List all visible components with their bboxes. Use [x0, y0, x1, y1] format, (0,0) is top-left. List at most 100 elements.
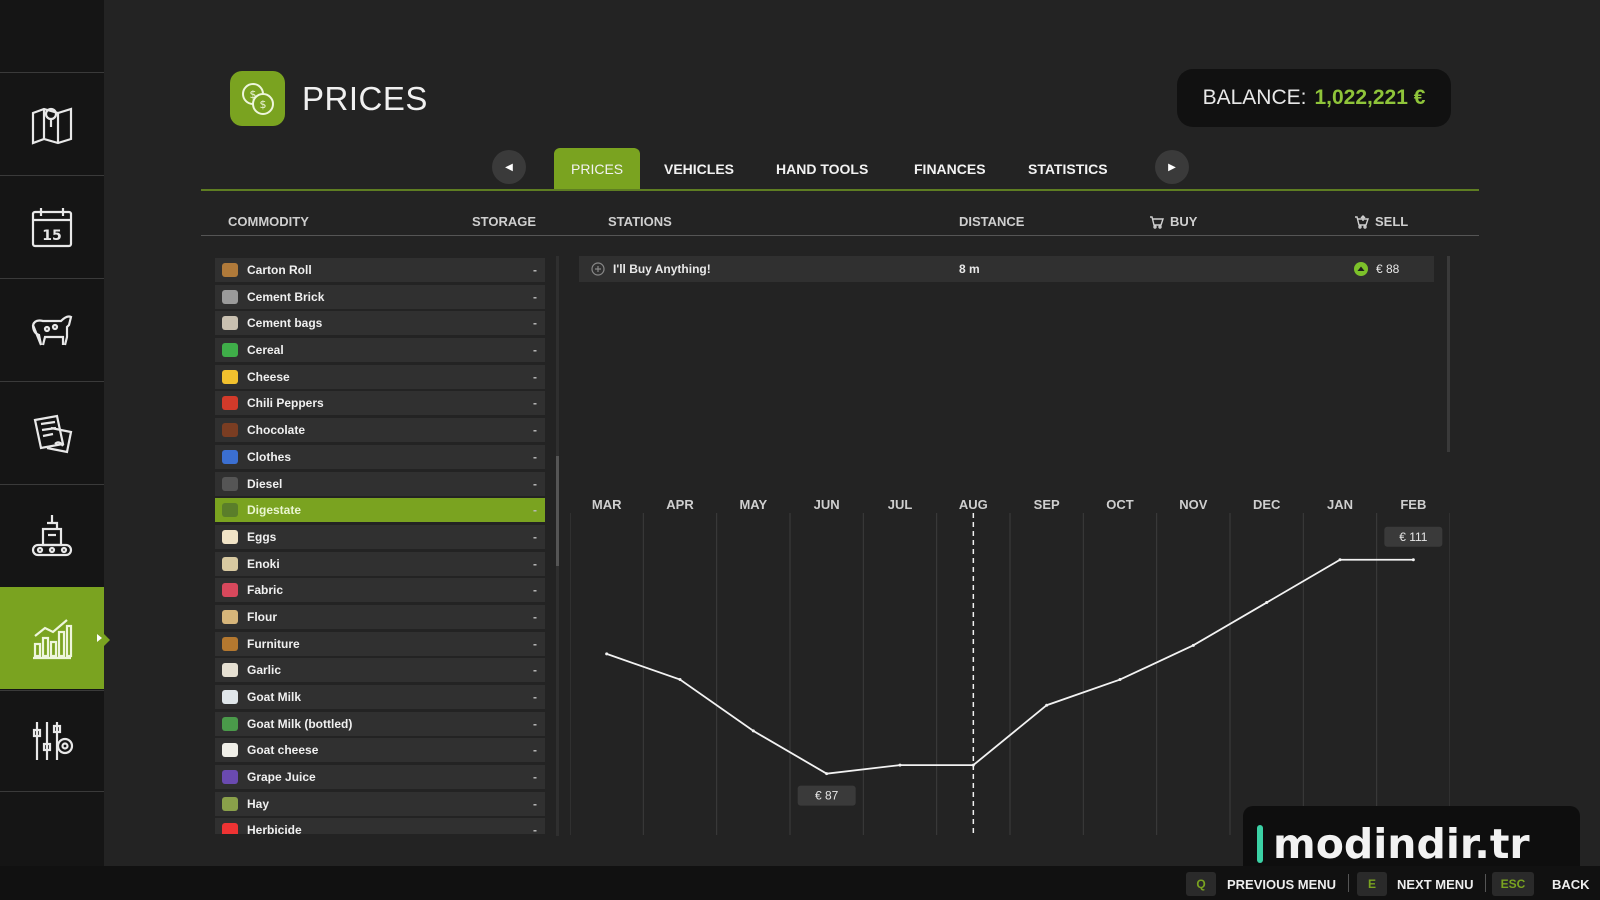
tab-statistics[interactable]: STATISTICS	[1011, 148, 1125, 190]
commodity-name: Enoki	[247, 556, 280, 571]
column-commodity[interactable]: COMMODITY	[228, 214, 309, 229]
sidebar-item-prices[interactable]	[0, 587, 110, 689]
chili-peppers-icon	[222, 396, 238, 411]
tab-prices[interactable]: PRICES	[554, 148, 641, 190]
commodity-row[interactable]: Cheese -	[215, 364, 545, 389]
commodity-storage: -	[533, 263, 537, 277]
chart-month-label: FEB	[1400, 497, 1426, 512]
balance-display: BALANCE: 1,022,221 €	[1177, 69, 1451, 127]
commodity-name: Carton Roll	[247, 263, 312, 277]
commodity-row[interactable]: Furniture -	[215, 631, 545, 656]
commodity-storage: -	[533, 636, 537, 651]
commodity-row[interactable]: Flour -	[215, 604, 545, 629]
commodity-storage: -	[533, 609, 537, 624]
commodity-row[interactable]: Clothes -	[215, 444, 545, 469]
sidebar-item-map[interactable]	[0, 72, 104, 174]
buy-label: BUY	[1170, 214, 1198, 229]
scrollbar-thumb[interactable]	[556, 456, 559, 566]
chart-month-label: APR	[666, 497, 694, 512]
commodity-row[interactable]: Eggs -	[215, 524, 545, 549]
commodity-storage: -	[533, 316, 537, 331]
settings-icon	[32, 722, 74, 760]
chart-point	[1265, 601, 1269, 605]
commodity-row[interactable]: Garlic -	[215, 658, 545, 683]
commodity-row[interactable]: Cement Brick -	[215, 284, 545, 309]
commodity-row[interactable]: Herbicide -	[215, 818, 545, 834]
commodity-row[interactable]: Cement bags -	[215, 311, 545, 336]
commodity-row[interactable]: Digestate -	[215, 498, 545, 523]
commodity-storage: -	[533, 823, 537, 834]
station-row[interactable]: I'll Buy Anything! 8 m € 88	[579, 256, 1434, 282]
flour-icon	[222, 609, 238, 624]
eggs-icon	[222, 529, 238, 544]
prices-page-icon: $ $	[230, 71, 285, 126]
commodity-row[interactable]: Goat Milk -	[215, 685, 545, 709]
footer-key-e[interactable]: E	[1357, 872, 1387, 896]
footer-key-q[interactable]: Q	[1186, 872, 1216, 896]
column-stations[interactable]: STATIONS	[608, 214, 672, 229]
fabric-icon	[222, 583, 238, 598]
commodity-row[interactable]: Enoki -	[215, 551, 545, 576]
balance-label: BALANCE:	[1202, 86, 1307, 109]
buy-icon	[1150, 215, 1164, 229]
commodity-name: Clothes	[247, 449, 292, 464]
commodity-row[interactable]: Diesel -	[215, 471, 545, 496]
watermark-text: modindir.tr	[1273, 819, 1530, 868]
cow-icon	[31, 314, 73, 345]
commodity-list[interactable]: Carton Roll - Cement Brick - Cement bags - Cer…	[215, 258, 545, 834]
commodity-row[interactable]: Chocolate -	[215, 418, 545, 443]
chart-point	[678, 678, 682, 682]
sidebar-item-animals[interactable]	[0, 278, 104, 380]
commodity-name: Goat cheese	[247, 743, 319, 758]
commodity-row[interactable]: Cereal -	[215, 338, 545, 363]
chocolate-icon	[222, 423, 238, 438]
commodity-storage: -	[533, 743, 537, 758]
commodity-scrollbar[interactable]	[556, 256, 559, 836]
commodity-name: Digestate	[247, 503, 302, 518]
commodity-row[interactable]: Hay -	[215, 791, 545, 816]
sidebar-item-production[interactable]	[0, 484, 104, 586]
column-distance[interactable]: DISTANCE	[959, 214, 1024, 229]
cement-brick-icon	[222, 289, 238, 304]
footer-previous-menu[interactable]: PREVIOUS MENU	[1227, 877, 1336, 892]
chart-point	[825, 772, 829, 776]
tab-vehicles[interactable]: VEHICLES	[647, 148, 751, 190]
cement-bags-icon	[222, 316, 238, 331]
chart-point	[1411, 558, 1415, 562]
commodity-row[interactable]: Goat Milk (bottled) -	[215, 711, 545, 736]
commodity-storage: -	[533, 556, 537, 571]
garlic-icon	[222, 663, 238, 678]
commodity-name: Eggs	[247, 529, 277, 544]
previous-tab-button[interactable]: ◀	[492, 150, 526, 184]
next-tab-button[interactable]: ▶	[1155, 150, 1189, 184]
sidebar-item-settings[interactable]	[0, 690, 104, 792]
footer-back[interactable]: BACK	[1552, 877, 1590, 892]
chart-point	[1045, 703, 1049, 707]
commodity-row[interactable]: Carton Roll -	[215, 258, 545, 282]
sidebar-item-calendar[interactable]: 15	[0, 175, 104, 277]
tab-finances[interactable]: FINANCES	[897, 148, 1003, 190]
chart-month-label: MAY	[739, 497, 767, 512]
chart-month-label: OCT	[1106, 497, 1134, 512]
sidebar-item-contracts[interactable]	[0, 381, 104, 483]
commodity-name: Flour	[247, 609, 277, 624]
commodity-row[interactable]: Grape Juice -	[215, 765, 545, 790]
chart-point	[751, 729, 755, 733]
footer-key-esc[interactable]: ESC	[1492, 872, 1534, 896]
grape-juice-icon	[222, 770, 238, 785]
commodity-name: Cement Brick	[247, 289, 325, 304]
commodity-row[interactable]: Goat cheese -	[215, 738, 545, 763]
commodity-name: Fabric	[247, 583, 284, 598]
tab-hand-tools[interactable]: HAND TOOLS	[759, 148, 885, 190]
commodity-storage: -	[533, 369, 537, 384]
commodity-row[interactable]: Fabric -	[215, 578, 545, 603]
sell-icon	[1355, 214, 1369, 229]
commodity-name: Goat Milk (bottled)	[247, 716, 353, 731]
column-buy[interactable]: BUY	[1149, 214, 1197, 229]
column-storage[interactable]: STORAGE	[472, 214, 536, 229]
commodity-row[interactable]: Chili Peppers -	[215, 391, 545, 416]
station-scrollbar[interactable]	[1447, 256, 1450, 452]
footer-next-menu[interactable]: NEXT MENU	[1397, 877, 1474, 892]
chart-min-label: € 87	[815, 789, 839, 803]
column-sell[interactable]: SELL	[1354, 214, 1408, 229]
